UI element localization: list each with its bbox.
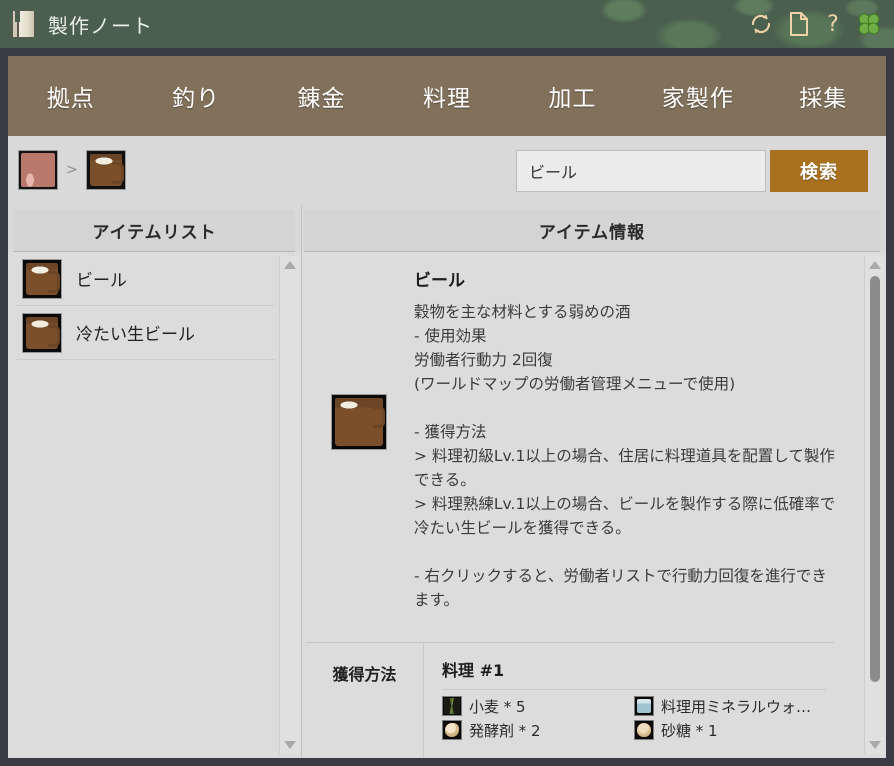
scroll-up-icon[interactable] (280, 256, 300, 274)
search-input[interactable] (516, 150, 766, 192)
toolbar-row: > 検索 (8, 136, 886, 206)
item-info-header: アイテム情報 (304, 210, 880, 252)
breadcrumb-item-log[interactable] (18, 150, 58, 190)
item-info-scroll-content: ビール 穀物を主な材料とする弱めの酒 - 使用効果 労働者行動力 2回復 (ワー… (304, 252, 860, 758)
list-item-label: 冷たい生ビール (76, 325, 195, 345)
yeast-icon (442, 720, 462, 740)
recipe-group: 料理 #2 小麦 * 5 精製水 * 3 (442, 750, 826, 758)
material-item[interactable]: 小麦 * 5 (442, 694, 634, 718)
book-icon (12, 10, 36, 38)
titlebar-actions: ? (748, 0, 882, 48)
wheat-icon (442, 696, 462, 716)
scrollbar-thumb[interactable] (870, 276, 880, 682)
item-info-panel: アイテム情報 ビール 穀物を主な材料とする弱めの酒 - 使用効果 労働者行動力 … (302, 206, 886, 758)
mineral-water-icon (634, 696, 654, 716)
clover-icon[interactable] (856, 11, 882, 37)
refresh-icon[interactable] (748, 11, 774, 37)
item-info-top: ビール 穀物を主な材料とする弱めの酒 - 使用効果 労働者行動力 2回復 (ワー… (304, 252, 860, 612)
list-item[interactable]: ビール (16, 252, 275, 306)
window-title: 製作ノート (48, 13, 153, 38)
tab-cooking[interactable]: 料理 (384, 79, 509, 113)
item-list-body: ビール 冷たい生ビール (8, 252, 301, 758)
recipe-groups: 料理 #1 小麦 * 5 料理用ミネラルウォ… 発酵剤 * 2 砂糖 * 1 (424, 643, 834, 758)
material-label: 砂糖 * 1 (661, 721, 718, 740)
tab-processing[interactable]: 加工 (510, 79, 635, 113)
cold-draft-beer-item-icon (22, 312, 62, 353)
material-item[interactable]: 砂糖 * 1 (634, 718, 826, 742)
item-title: ビール (414, 271, 465, 291)
svg-text:?: ? (827, 12, 839, 37)
scroll-up-icon[interactable] (865, 256, 885, 274)
breadcrumb-separator: > (66, 162, 78, 178)
recipe-materials: 小麦 * 5 料理用ミネラルウォ… 発酵剤 * 2 砂糖 * 1 (442, 690, 826, 750)
beer-item-icon (22, 258, 62, 299)
beer-item-icon (331, 394, 387, 450)
item-list: ビール 冷たい生ビール (16, 252, 275, 758)
recipe-section-label: 獲得方法 (306, 643, 424, 758)
scroll-down-icon[interactable] (865, 736, 885, 754)
item-info-body: ビール 穀物を主な材料とする弱めの酒 - 使用効果 労働者行動力 2回復 (ワー… (302, 252, 886, 758)
scroll-down-icon[interactable] (280, 736, 300, 754)
recipe-title: 料理 #2 (442, 750, 826, 758)
list-item-label: ビール (76, 271, 127, 291)
material-label: 発酵剤 * 2 (469, 721, 541, 740)
breadcrumb-item-beer[interactable] (85, 150, 126, 190)
tab-house-crafting[interactable]: 家製作 (635, 79, 760, 113)
item-list-header: アイテムリスト (14, 210, 295, 252)
search-button[interactable]: 検索 (770, 150, 868, 192)
item-thumb-column (304, 266, 414, 612)
item-subtitle: 穀物を主な材料とする弱めの酒 (414, 303, 631, 321)
tab-gathering[interactable]: 採集 (761, 79, 886, 113)
crafting-note-window: 製作ノート ? 拠点 釣り 錬金 料理 加工 家製作 採集 > ビール 検索 ア… (0, 0, 894, 766)
item-description: - 使用効果 労働者行動力 2回復 (ワールドマップの労働者管理メニューで使用)… (414, 327, 836, 609)
material-label: 料理用ミネラルウォ… (661, 697, 812, 716)
document-icon[interactable] (788, 11, 810, 37)
panels: アイテムリスト ビール 冷たい生ビール アイテム情報 ビール 穀物を主な材料とす… (8, 206, 886, 758)
content-area: > 検索 アイテムリスト ビール (8, 136, 886, 758)
recipe-section: 獲得方法 料理 #1 小麦 * 5 料理用ミネラルウォ… 発酵剤 * 2 砂糖 … (306, 642, 834, 758)
item-info-scrollbar[interactable] (864, 256, 884, 754)
item-list-scrollbar[interactable] (279, 256, 299, 754)
window-frame-bottom (0, 758, 894, 766)
list-item[interactable]: 冷たい生ビール (16, 306, 275, 360)
search-area: 検索 (516, 150, 868, 192)
beer-item-icon (89, 154, 124, 186)
recipe-title: 料理 #1 (442, 643, 826, 690)
help-icon[interactable]: ? (824, 11, 842, 37)
tab-fishing[interactable]: 釣り (133, 79, 258, 113)
material-label: 小麦 * 5 (469, 697, 526, 716)
title-bar: 製作ノート ? (0, 0, 894, 48)
log-item-icon (21, 153, 55, 187)
recipe-group: 料理 #1 小麦 * 5 料理用ミネラルウォ… 発酵剤 * 2 砂糖 * 1 (442, 643, 826, 750)
tab-alchemy[interactable]: 錬金 (259, 79, 384, 113)
material-item[interactable]: 発酵剤 * 2 (442, 718, 634, 742)
item-list-panel: アイテムリスト ビール 冷たい生ビール (8, 206, 302, 758)
item-info-text: ビール 穀物を主な材料とする弱めの酒 - 使用効果 労働者行動力 2回復 (ワー… (414, 266, 860, 612)
tab-base[interactable]: 拠点 (8, 79, 133, 113)
category-tabbar: 拠点 釣り 錬金 料理 加工 家製作 採集 (8, 56, 886, 136)
material-item[interactable]: 料理用ミネラルウォ… (634, 694, 826, 718)
sugar-icon (634, 720, 654, 740)
breadcrumb: > (18, 150, 126, 190)
